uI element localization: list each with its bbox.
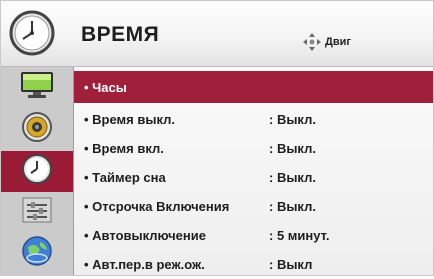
menu-item-clock[interactable]: • Часы xyxy=(74,71,433,103)
sidebar-item-picture[interactable] xyxy=(1,67,73,108)
menu-item-label: • Автовыключение xyxy=(84,228,206,243)
menu-item-auto-off[interactable]: • Автовыключение : 5 минут. xyxy=(74,220,433,250)
menu-item-value: : Выкл xyxy=(269,257,313,272)
time-settings-list: • Часы • Время выкл. : Выкл. • Время вкл… xyxy=(74,67,433,275)
menu-item-auto-standby[interactable]: • Авт.пер.в реж.ож. : Выкл xyxy=(74,249,433,279)
clock-icon xyxy=(21,153,53,190)
menu-item-label: • Время вкл. xyxy=(84,141,164,156)
audio-icon xyxy=(21,111,53,148)
page-title: ВРЕМЯ xyxy=(81,23,160,46)
clock-icon xyxy=(8,9,56,62)
menu-item-label: • Таймер сна xyxy=(84,170,166,185)
menu-item-value: : Выкл. xyxy=(269,141,316,156)
menu-header: ВРЕМЯ Двиг xyxy=(1,1,433,67)
sidebar-item-time[interactable] xyxy=(1,151,73,192)
menu-item-on-time[interactable]: • Время вкл. : Выкл. xyxy=(74,133,433,163)
menu-item-off-time[interactable]: • Время выкл. : Выкл. xyxy=(74,104,433,134)
sidebar-item-network[interactable] xyxy=(1,233,73,274)
time-menu-window: ВРЕМЯ Двиг • Часы • Время выкл.: Выкл. … xyxy=(0,0,434,276)
sidebar-item-options[interactable] xyxy=(1,192,73,233)
menu-item-value: : 5 минут. xyxy=(269,228,330,243)
menu-item-label: • Часы xyxy=(84,80,127,95)
sidebar-item-audio[interactable] xyxy=(1,109,73,150)
menu-item-label: • Время выкл. xyxy=(84,112,175,127)
move-hint-label: Двиг xyxy=(325,36,351,48)
menu-item-power-on-delay[interactable]: • Отсрочка Включения : Выкл. xyxy=(74,191,433,221)
menu-item-label: • Отсрочка Включения xyxy=(84,199,230,214)
category-sidebar xyxy=(1,67,74,275)
options-icon xyxy=(20,195,54,230)
move-arrows-icon xyxy=(302,32,322,57)
menu-item-value: : Выкл. xyxy=(269,199,316,214)
menu-item-label: • Авт.пер.в реж.ож. xyxy=(84,257,205,272)
network-icon xyxy=(20,234,54,273)
menu-item-sleep-timer[interactable]: • Таймер сна : Выкл. xyxy=(74,162,433,192)
picture-icon xyxy=(19,70,55,105)
menu-item-value: : Выкл. xyxy=(269,170,316,185)
menu-item-value: : Выкл. xyxy=(269,112,316,127)
